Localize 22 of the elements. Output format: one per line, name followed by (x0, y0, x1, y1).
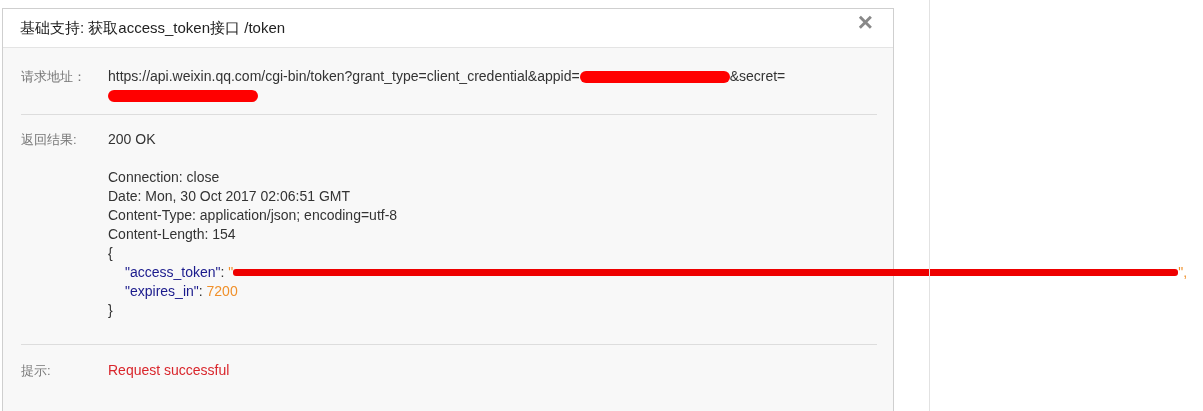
json-value: " (228, 263, 234, 282)
json-key: "access_token" (125, 263, 221, 282)
status-text: 200 OK (108, 130, 157, 149)
header-line: Connection: close (108, 168, 221, 187)
header-line: Content-Type: application/json; encoding=utf-8 (108, 206, 399, 225)
json-separator: : (220, 263, 226, 282)
json-brace: } (108, 301, 114, 320)
json-separator: : (198, 282, 204, 301)
url-text: &secret= (729, 67, 786, 86)
header-line: Date: Mon, 30 Oct 2017 02:06:51 GMT (108, 187, 352, 206)
json-brace: { (108, 244, 114, 263)
close-button[interactable]: × (857, 12, 873, 32)
json-value: 7200 (206, 282, 238, 301)
dialog-title: 基础支持: 获取access_token接口 /token (20, 18, 286, 38)
field-label: 提示: (21, 362, 52, 380)
hint-message: Request successful (108, 361, 230, 380)
json-key: "expires_in" (125, 282, 199, 301)
field-label: 返回结果: (21, 131, 78, 149)
field-label: 请求地址： (21, 68, 87, 86)
header-line: Content-Length: 154 (108, 225, 237, 244)
url-text: https://api.weixin.qq.com/cgi-bin/token?grant_type=client_credential&appid= (108, 67, 580, 86)
json-punctuation: ", (1178, 263, 1188, 282)
